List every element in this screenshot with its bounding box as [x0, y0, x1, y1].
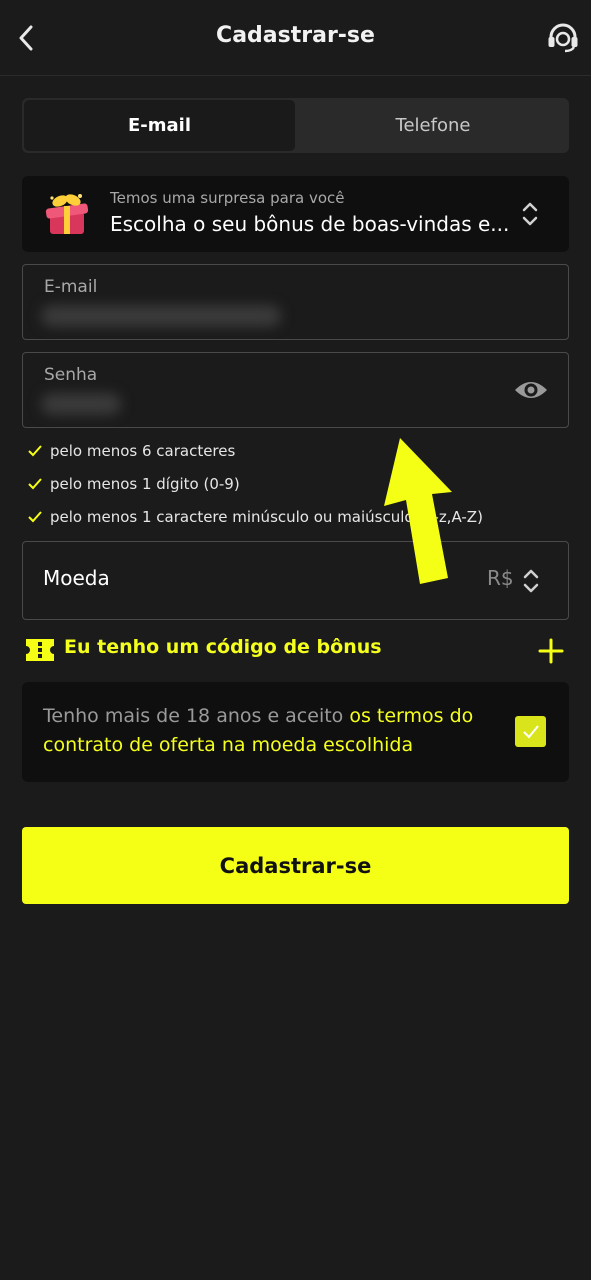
currency-select[interactable]: Moeda R$: [22, 541, 569, 620]
chevron-up-down-icon: [522, 202, 538, 226]
currency-label: Moeda: [43, 566, 110, 590]
auth-method-tabs: E-mail Telefone: [22, 98, 569, 153]
password-field[interactable]: Senha: [22, 352, 569, 428]
gift-icon: [45, 194, 89, 234]
bonus-selected-value: Escolha o seu bônus de boas-vindas e...: [110, 212, 510, 236]
currency-value: R$: [487, 566, 514, 590]
plus-icon[interactable]: [536, 636, 566, 666]
terms-checkbox[interactable]: [515, 716, 546, 747]
tab-email[interactable]: E-mail: [24, 100, 295, 151]
password-rule-text: pelo menos 1 dígito (0-9): [50, 475, 240, 493]
submit-button[interactable]: Cadastrar-se: [22, 827, 569, 904]
ticket-icon: [26, 639, 54, 661]
page-title: Cadastrar-se: [216, 23, 375, 48]
password-value-redacted: [41, 393, 121, 415]
support-button[interactable]: [544, 20, 582, 56]
eye-icon[interactable]: [513, 375, 549, 405]
chevron-left-icon: [19, 25, 33, 51]
check-icon: [28, 445, 42, 457]
password-rule-text: pelo menos 6 caracteres: [50, 442, 236, 460]
terms-text: Tenho mais de 18 anos e aceito os termos…: [43, 702, 498, 760]
chevron-up-down-icon: [523, 569, 539, 593]
back-button[interactable]: [10, 20, 42, 56]
email-label: E-mail: [44, 277, 98, 297]
check-icon: [522, 724, 539, 738]
bonus-code-toggle[interactable]: Eu tenho um código de bônus: [22, 632, 569, 668]
terms-prefix: Tenho mais de 18 anos e aceito: [43, 705, 350, 727]
bonus-subtitle: Temos uma surpresa para você: [110, 189, 345, 207]
email-value-redacted: [41, 305, 281, 327]
terms-panel: Tenho mais de 18 anos e aceito os termos…: [22, 682, 569, 782]
password-label: Senha: [44, 365, 98, 385]
tab-phone[interactable]: Telefone: [297, 98, 569, 153]
welcome-bonus-select[interactable]: Temos uma surpresa para você Escolha o s…: [22, 176, 569, 252]
headset-icon: [548, 23, 578, 53]
bonus-code-label: Eu tenho um código de bônus: [64, 636, 382, 658]
email-field[interactable]: E-mail: [22, 264, 569, 340]
password-rule: pelo menos 1 dígito (0-9): [27, 475, 240, 493]
pointer-arrow-icon: [384, 438, 452, 584]
check-icon: [28, 511, 42, 523]
password-rule: pelo menos 6 caracteres: [27, 442, 235, 460]
check-icon: [28, 478, 42, 490]
